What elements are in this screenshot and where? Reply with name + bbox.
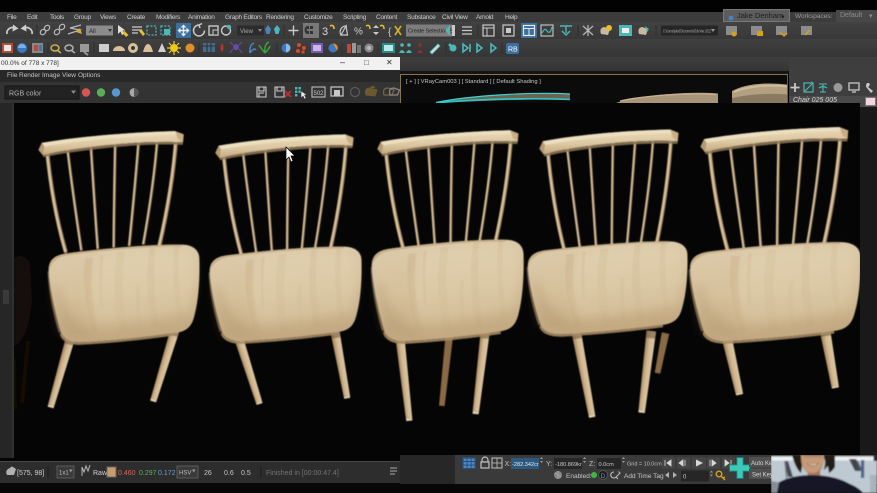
svg-text:C:\Users\jaked\Documents\3ds M: C:\Users\jaked\Documents\3ds Max 2022 (663, 29, 711, 34)
svg-text:Enabled:: Enabled: (566, 473, 592, 480)
svg-text:RGB color: RGB color (9, 91, 42, 98)
svg-text:502: 502 (314, 91, 325, 97)
svg-text:Z:: Z: (589, 461, 595, 468)
svg-text:View: View (240, 29, 254, 35)
svg-text:0.297: 0.297 (139, 470, 157, 477)
svg-text:X:: X: (505, 461, 512, 468)
svg-text:%: % (354, 27, 363, 38)
svg-text:0.172: 0.172 (158, 470, 176, 477)
svg-text:0.0cm: 0.0cm (599, 462, 615, 468)
svg-text:Add Time Tag: Add Time Tag (624, 473, 664, 480)
svg-text:0.460: 0.460 (118, 470, 136, 477)
svg-text:Grid = 10.0cm: Grid = 10.0cm (627, 462, 662, 468)
svg-text:Set Key: Set Key (752, 473, 773, 479)
svg-text:0.5: 0.5 (241, 470, 251, 477)
svg-text:RB: RB (508, 47, 518, 54)
svg-text:-282.342cr: -282.342cr (512, 462, 539, 468)
svg-text:Finished in [00:00:47.4]: Finished in [00:00:47.4] (266, 470, 339, 477)
svg-text:Y:: Y: (546, 461, 552, 468)
svg-text:-180.869kr: -180.869kr (555, 462, 582, 468)
svg-text:{: { (388, 27, 392, 38)
svg-text:3: 3 (322, 26, 328, 38)
svg-text:[575, 98]: [575, 98] (17, 470, 44, 477)
svg-text:HSV: HSV (179, 471, 191, 477)
svg-text:D: D (601, 474, 606, 480)
svg-text:0.6: 0.6 (224, 470, 234, 477)
svg-text:Raw: Raw (93, 470, 108, 477)
svg-text:1x1: 1x1 (59, 471, 69, 477)
svg-text:All: All (89, 29, 96, 35)
svg-text:26: 26 (204, 470, 212, 477)
